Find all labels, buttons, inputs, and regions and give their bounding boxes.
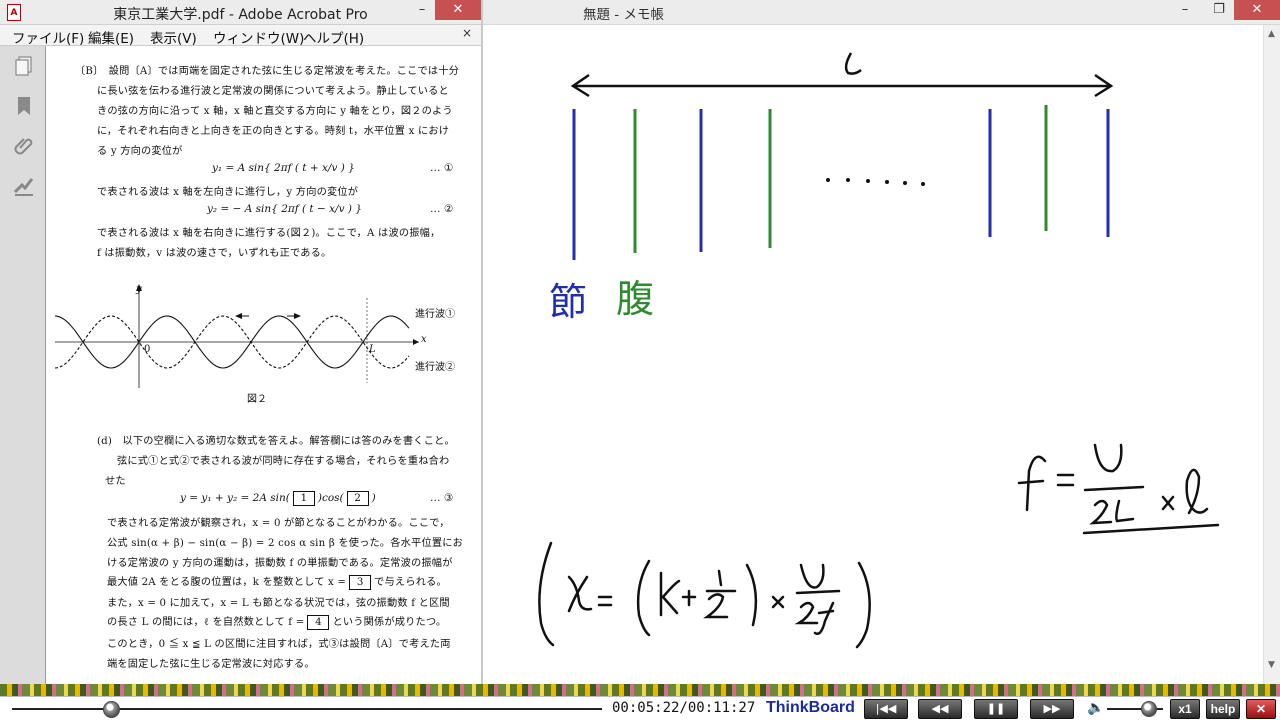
- answer-box-2[interactable]: 2: [346, 491, 369, 506]
- volume-icon[interactable]: 🔈: [1087, 700, 1104, 716]
- seek-bar[interactable]: [12, 708, 602, 710]
- doc-line: で表される波は x 軸を右向きに進行する(図２)。ここで，A は波の振幅，: [97, 228, 441, 239]
- doc-line: このとき，0 ≦ x ≦ L の区間に注目すれば，式③は設問〔A〕で考えた両: [107, 639, 451, 650]
- doc-line: で表される波は x 軸を左向きに進行し，y 方向の変位が: [97, 187, 359, 198]
- video-player-controls: 00:05:22/00:11:27 ThinkBoard |◀◀ ◀◀ ❚❚ ▶…: [0, 696, 1280, 720]
- dots-text: ……: [863, 184, 865, 186]
- figure-origin-label: 0: [144, 344, 151, 355]
- scroll-down-icon[interactable]: ▼: [1268, 660, 1275, 670]
- figure-2-waves: [54, 284, 419, 388]
- scroll-up-icon[interactable]: ▲: [1268, 29, 1275, 39]
- signature-icon[interactable]: [12, 174, 36, 198]
- pause-button[interactable]: ❚❚: [974, 699, 1018, 719]
- doc-line: 弦に式①と式②で表される波が同時に存在する場合，それらを重ね合わ: [117, 456, 450, 467]
- document-close-icon[interactable]: ×: [462, 26, 472, 40]
- doc-line: また，x = 0 に加えて，x = L も節となる状況では，弦の振動数 f と区…: [107, 598, 450, 609]
- menu-edit[interactable]: 編集(E): [88, 27, 134, 47]
- acrobat-title-bar: A 東京工業大学.pdf - Adobe Acrobat Pro – ✕: [0, 0, 481, 25]
- figure-y-axis-label: y: [136, 284, 142, 295]
- seek-knob[interactable]: [102, 701, 120, 718]
- answer-box-1[interactable]: 1: [292, 491, 315, 506]
- doc-line: る y 方向の変位が: [97, 146, 183, 157]
- doc-line: で表される定常波が観察され，x = 0 が節となることがわかる。ここで，: [107, 518, 450, 529]
- equation-1-number: … ①: [430, 162, 454, 174]
- equation-3-number: … ③: [430, 492, 454, 504]
- answer-box-3[interactable]: 3: [349, 575, 372, 590]
- volume-knob[interactable]: [1140, 701, 1157, 717]
- close-player-button[interactable]: ✕: [1246, 699, 1276, 719]
- doc-line: せた: [105, 476, 126, 487]
- rewind-button[interactable]: ◀◀: [918, 699, 962, 719]
- menu-file[interactable]: ファイル(F): [12, 27, 84, 47]
- line-box4-post: という関係が成りたつ。: [332, 617, 447, 628]
- vertical-scrollbar[interactable]: ▲ ▼: [1263, 25, 1280, 684]
- menu-window[interactable]: ウィンドウ(W): [213, 27, 304, 47]
- notepad-window-title: 無題 - メモ帳: [583, 7, 664, 23]
- doc-line: 〔B〕 設問〔A〕では両端を固定された弦に生じる定常波を考えた。ここでは十分: [75, 66, 460, 77]
- ellipsis-dots: [826, 178, 925, 186]
- line-box3-post: で与えられる。: [374, 577, 447, 588]
- node-lines: [572, 109, 1110, 260]
- length-label: L: [853, 68, 854, 70]
- equation-3-suffix: ): [371, 492, 376, 504]
- equation-3: y = y₁ + y₂ = 2A sin(1)cos(2): [180, 491, 376, 506]
- antinode-lines: [633, 105, 1048, 253]
- equation-3-prefix: y = y₁ + y₂ = 2A sin(: [180, 492, 290, 504]
- doc-line: ける定常波の y 方向の運動は，振動数 f の単振動である。定常波の振幅が: [107, 558, 453, 569]
- doc-line: に長い弦を伝わる進行波と定常波の関係について考えよう。静止していると: [97, 86, 449, 97]
- figure-wave1-label: 進行波①: [415, 309, 455, 320]
- figure-wave2-label: 進行波②: [415, 362, 455, 373]
- notepad-window: 無題 - メモ帳 – ❐ ✕ L 節 腹 f = v/2L × ℓ x = (k…: [483, 0, 1280, 684]
- doc-line: 端を固定した弦に生じる定常波に対応する。: [107, 659, 315, 670]
- line-box3-pre: 最大値 2A をとる腹の位置は，k を整数として x =: [107, 577, 347, 588]
- figure-l-label: L: [369, 344, 376, 355]
- line-box4-pre: の長さ L の間には，ℓ を自然数として f =: [107, 617, 305, 628]
- close-window-button[interactable]: ✕: [435, 0, 481, 20]
- doc-line: に，それぞれ右向きと上向きを正の向きとする。時刻 t，水平位置 x におけ: [97, 126, 450, 137]
- attachment-icon[interactable]: [12, 134, 36, 158]
- speed-button[interactable]: x1: [1170, 699, 1200, 719]
- doc-line: (d) 以下の空欄に入る適切な数式を答えよ。解答欄には答のみを書くこと。: [97, 436, 455, 447]
- close-window-button[interactable]: ✕: [1234, 0, 1280, 20]
- node-label: 節: [549, 280, 587, 324]
- fast-forward-button[interactable]: ▶▶: [1030, 699, 1074, 719]
- handwriting-canvas[interactable]: L 節 腹 f = v/2L × ℓ x = (k + 1/2) × v/2f …: [483, 25, 1263, 684]
- equation-1: y₁ = A sin{ 2πf ( t + x/v ) }: [212, 162, 355, 174]
- equation-2: y₂ = − A sin{ 2πf ( t − x/v ) }: [207, 203, 362, 215]
- length-symbol-L: [844, 52, 862, 75]
- menu-view[interactable]: 表示(V): [150, 27, 197, 47]
- frequency-formula-text: f = v/2L × ℓ: [1083, 463, 1089, 466]
- doc-line: f は振動数，v は波の速さで，いずれも正である。: [97, 248, 332, 259]
- playback-time: 00:05:22/00:11:27: [612, 700, 756, 716]
- frequency-formula: [1017, 443, 1220, 535]
- acrobat-navigation-pane: [0, 46, 46, 684]
- pages-icon[interactable]: [12, 54, 36, 78]
- equation-3-mid: )cos(: [317, 492, 344, 504]
- equation-2-number: … ②: [430, 203, 454, 215]
- doc-line: 公式 sin(α + β) − sin(α − β) = 2 cos α sin…: [107, 538, 464, 549]
- bookmark-icon[interactable]: [12, 94, 36, 118]
- pdf-page: 〔B〕 設問〔A〕では両端を固定された弦に生じる定常波を考えた。ここでは十分 に…: [47, 46, 481, 684]
- help-button[interactable]: help: [1206, 699, 1240, 719]
- acrobat-window: A 東京工業大学.pdf - Adobe Acrobat Pro – ✕ ファイ…: [0, 0, 481, 684]
- antinode-position-formula: [538, 541, 871, 649]
- answer-box-4[interactable]: 4: [307, 615, 330, 630]
- antinode-formula-text: x = (k + 1/2) × v/2f: [563, 583, 574, 586]
- background-image-strip: [0, 684, 1280, 696]
- notepad-title-bar: 無題 - メモ帳 – ❐ ✕: [483, 0, 1280, 25]
- skip-to-start-button[interactable]: |◀◀: [864, 699, 908, 719]
- thinkboard-logo: ThinkBoard: [766, 699, 855, 716]
- minimize-button[interactable]: –: [1171, 0, 1199, 20]
- doc-line: の長さ L の間には，ℓ を自然数として f = 4 という関係が成りたつ。: [107, 613, 446, 630]
- restore-button[interactable]: ❐: [1205, 0, 1233, 20]
- doc-line: きの弦の方向に沿って x 軸，x 軸と直交する方向に y 軸をとり，図２のよう: [97, 106, 453, 117]
- figure-caption: 図２: [247, 394, 267, 405]
- menu-help[interactable]: ヘルプ(H): [303, 27, 364, 47]
- antinode-label: 腹: [616, 277, 654, 321]
- doc-line: 最大値 2A をとる腹の位置は，k を整数として x = 3 で与えられる。: [107, 573, 447, 590]
- figure-x-axis-label: x: [421, 334, 427, 345]
- acrobat-menu-bar: ファイル(F) 編集(E) 表示(V) ウィンドウ(W) ヘルプ(H) ×: [0, 25, 481, 47]
- minimize-button[interactable]: –: [408, 0, 436, 20]
